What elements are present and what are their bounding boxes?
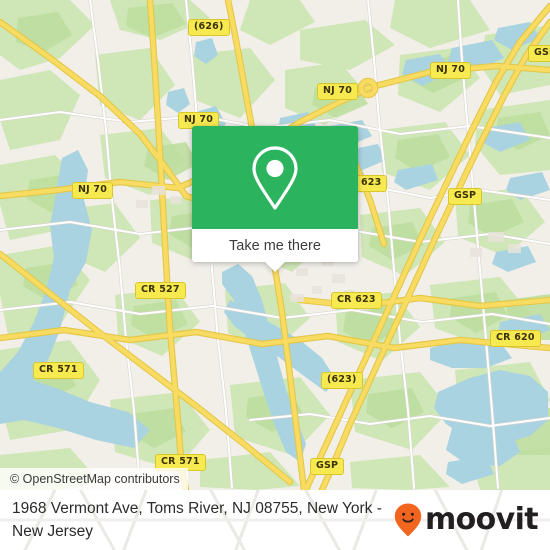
road-shield: NJ 70 — [317, 83, 359, 100]
footer-bar: 1968 Vermont Ave, Toms River, NJ 08755, … — [0, 490, 550, 550]
road-shield: (623) — [321, 372, 363, 389]
callout-action[interactable]: Take me there — [192, 229, 358, 272]
footer-content: 1968 Vermont Ave, Toms River, NJ 08755, … — [0, 490, 550, 550]
road-shield: CR 620 — [490, 330, 541, 347]
road-shield: NJ 70 — [430, 62, 472, 79]
road-shield: CR 527 — [135, 282, 186, 299]
road-shield: GSP — [448, 188, 483, 205]
road-shield: CR 571 — [33, 362, 84, 379]
moovit-logo: moovit — [393, 502, 539, 538]
callout-pointer — [265, 262, 285, 272]
map-canvas[interactable]: (626) NJ 70 NJ 70 GSP NJ 70 NJ 70 623 GS… — [0, 0, 550, 490]
road-shield: (626) — [188, 19, 230, 36]
location-callout[interactable]: Take me there — [192, 126, 358, 272]
map-share-card: (626) NJ 70 NJ 70 GSP NJ 70 NJ 70 623 GS… — [0, 0, 550, 550]
road-shield: NJ 70 — [72, 182, 114, 199]
callout-header — [192, 126, 358, 229]
moovit-wordmark: moovit — [424, 502, 539, 537]
callout-action-label: Take me there — [229, 237, 321, 254]
road-shield: GSP — [528, 45, 550, 62]
address-text: 1968 Vermont Ave, Toms River, NJ 08755, … — [12, 500, 382, 540]
road-shield: CR 623 — [331, 292, 382, 309]
road-shield: 623 — [355, 175, 388, 192]
map-attribution: © OpenStreetMap contributors — [0, 468, 188, 490]
map-pin-icon — [252, 145, 298, 210]
moovit-smiley-pin-icon — [394, 503, 422, 537]
road-shield: GSP — [310, 458, 345, 475]
